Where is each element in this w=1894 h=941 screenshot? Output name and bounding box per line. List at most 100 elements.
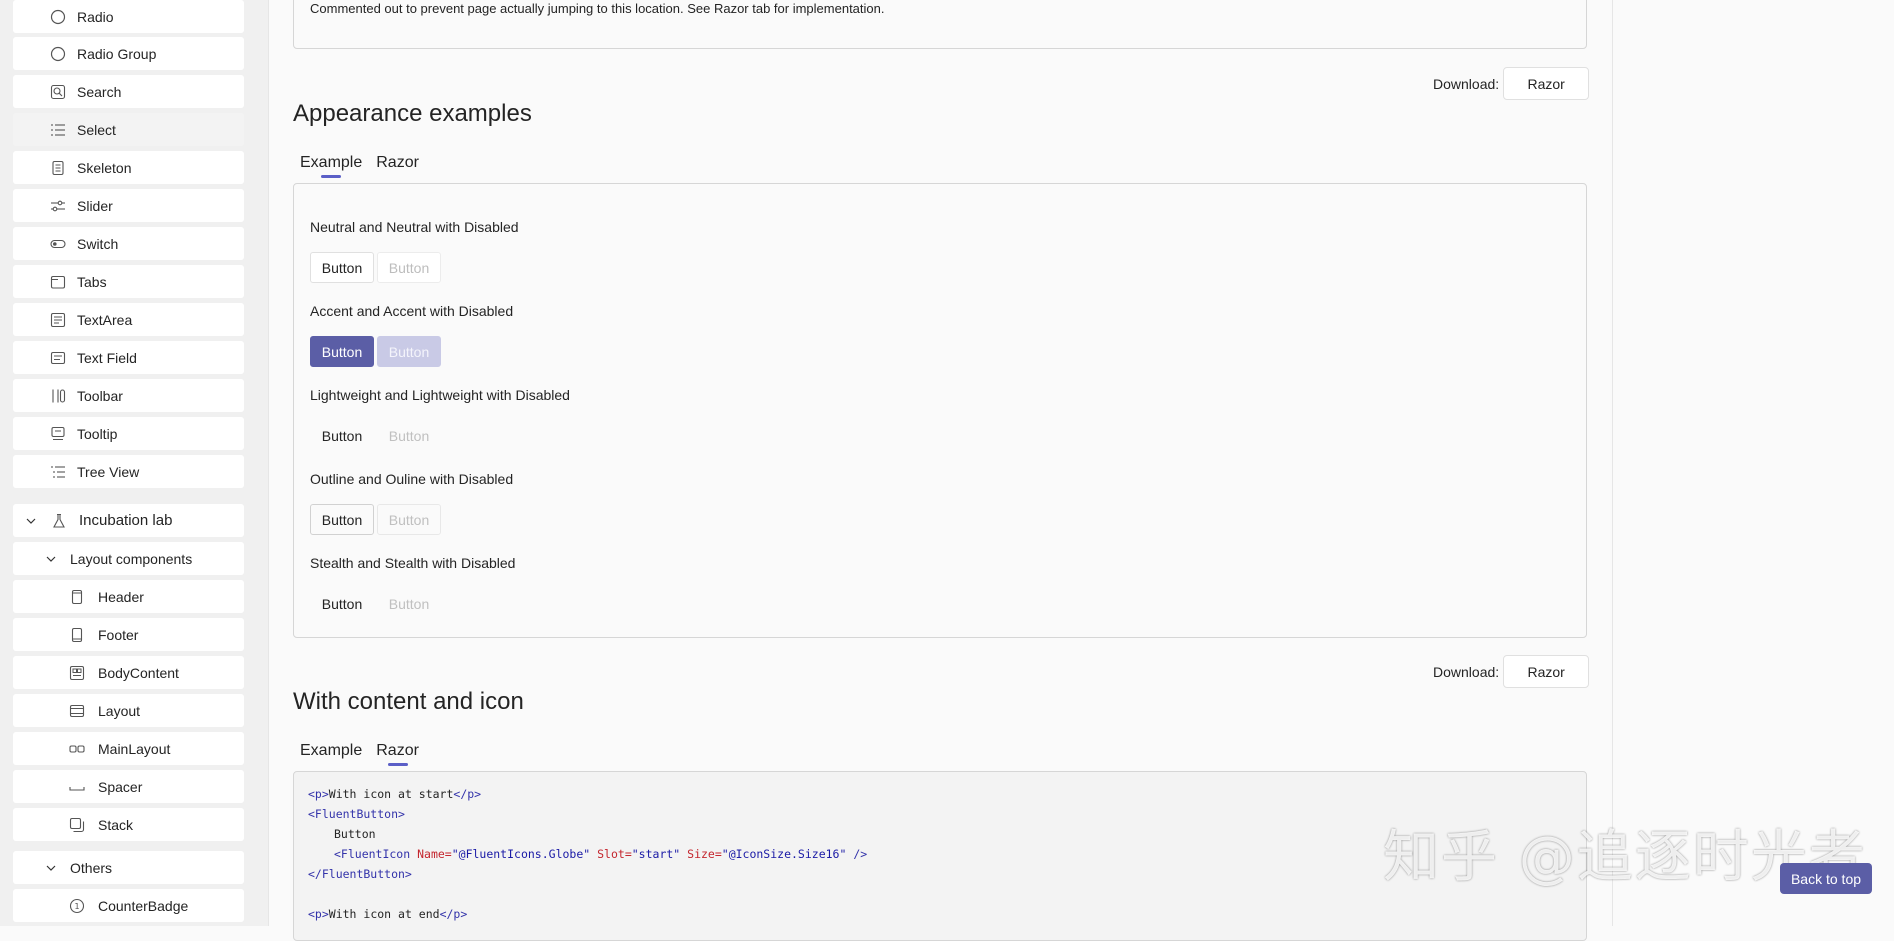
slider-icon — [49, 197, 67, 215]
code-line: <FluentIcon Name="@FluentIcons.Globe" Sl… — [334, 847, 868, 861]
sidebar-item-mainlayout[interactable]: MainLayout — [13, 732, 244, 765]
sidebar-item-label: Tree View — [77, 463, 140, 480]
tabs-appearance: Example Razor — [300, 154, 419, 178]
sidebar-item-radio[interactable]: Radio — [13, 0, 244, 33]
code-line: <FluentButton> — [308, 807, 405, 821]
chevron-down-icon — [45, 553, 57, 565]
sidebar-group-others[interactable]: Others — [13, 851, 244, 884]
tab-razor[interactable]: Razor — [376, 742, 419, 766]
toolbar-icon — [49, 387, 67, 405]
sidebar-item-radio-group[interactable]: Radio Group — [13, 37, 244, 70]
radio-icon — [49, 8, 67, 26]
sidebar-item-label: Search — [77, 83, 122, 100]
sidebar-item-tooltip[interactable]: Tooltip — [13, 417, 244, 450]
sidebar-item-toolbar[interactable]: Toolbar — [13, 379, 244, 412]
skeleton-icon — [49, 159, 67, 177]
sidebar-item-spacer[interactable]: Spacer — [13, 770, 244, 803]
sidebar-item-layout[interactable]: Layout — [13, 694, 244, 727]
tabs-icon — [49, 273, 67, 291]
sidebar-group-label: Layout components — [70, 550, 193, 567]
lightweight-button[interactable]: Button — [310, 420, 374, 451]
layout-icon — [68, 702, 86, 720]
chevron-down-icon — [25, 515, 37, 527]
stack-icon — [68, 816, 86, 834]
sidebar-item-skeleton[interactable]: Skeleton — [13, 151, 244, 184]
back-to-top-button[interactable]: Back to top — [1780, 863, 1872, 894]
code-line: <p>With icon at start</p> — [308, 787, 482, 801]
footer-icon — [68, 626, 86, 644]
code-line: <p>With icon at end</p> — [308, 907, 468, 921]
content-divider — [1612, 0, 1613, 926]
sidebar-item-label: CounterBadge — [98, 897, 189, 914]
sidebar-item-label: Radio Group — [77, 45, 157, 62]
sidebar-item-label: Radio — [77, 8, 114, 25]
tab-example[interactable]: Example — [300, 154, 362, 178]
code-line: </FluentButton> — [308, 867, 412, 881]
sidebar-item-label: Footer — [98, 626, 139, 643]
download-razor-button[interactable]: Razor — [1503, 67, 1590, 100]
neutral-button[interactable]: Button — [310, 252, 374, 283]
download-label: Download: — [1433, 75, 1500, 92]
sidebar-item-label: Stack — [98, 816, 134, 833]
sidebar-item-label: Text Field — [77, 349, 137, 366]
sidebar-item-label: Skeleton — [77, 159, 132, 176]
sidebar-item-stack[interactable]: Stack — [13, 808, 244, 841]
sidebar-item-slider[interactable]: Slider — [13, 189, 244, 222]
sidebar-item-search[interactable]: Search — [13, 75, 244, 108]
sidebar-item-textarea[interactable]: TextArea — [13, 303, 244, 336]
download-razor-button[interactable]: Razor — [1503, 655, 1590, 688]
lightweight-disabled-button: Button — [388, 427, 430, 444]
download-row: Download: Razor — [1433, 67, 1590, 100]
sidebar-item-label: Slider — [77, 197, 113, 214]
main-layout-icon — [68, 740, 86, 758]
stealth-button[interactable]: Button — [310, 588, 374, 619]
row-label-accent: Accent and Accent with Disabled — [310, 303, 514, 319]
tabs-content-icon: Example Razor — [300, 742, 419, 766]
download-label: Download: — [1433, 663, 1500, 680]
previous-example-card: Commented out to prevent page actually j… — [293, 0, 1587, 49]
sidebar-item-label: Switch — [77, 235, 119, 252]
radio-group-icon — [49, 45, 67, 63]
stealth-disabled-button: Button — [388, 595, 430, 612]
code-line: Button — [334, 827, 376, 841]
sidebar-item-label: TextArea — [77, 311, 133, 328]
tree-icon — [49, 463, 67, 481]
sidebar-item-header[interactable]: Header — [13, 580, 244, 613]
sidebar-item-text-field[interactable]: Text Field — [13, 341, 244, 374]
note-text: Commented out to prevent page actually j… — [310, 1, 885, 16]
outline-button[interactable]: Button — [310, 504, 374, 535]
sidebar-group-layout-components[interactable]: Layout components — [13, 542, 244, 575]
sidebar-item-tree-view[interactable]: Tree View — [13, 455, 244, 488]
row-label-lightweight: Lightweight and Lightweight with Disable… — [310, 387, 570, 403]
svg-text:1: 1 — [74, 902, 79, 911]
sidebar-item-label: Select — [77, 121, 116, 138]
list-icon — [49, 121, 67, 139]
tab-example[interactable]: Example — [300, 742, 362, 766]
sidebar-item-counterbadge[interactable]: 1 CounterBadge — [13, 889, 244, 922]
row-label-outline: Outline and Ouline with Disabled — [310, 471, 514, 487]
section-title-content-icon: With content and icon — [293, 688, 524, 715]
sidebar-item-tabs[interactable]: Tabs — [13, 265, 244, 298]
neutral-disabled-button: Button — [377, 252, 441, 283]
flask-icon — [51, 513, 67, 529]
sidebar-item-label: Spacer — [98, 778, 143, 795]
tab-razor[interactable]: Razor — [376, 154, 419, 178]
sidebar-item-label: Header — [98, 588, 144, 605]
sidebar-item-label: Layout — [98, 702, 141, 719]
sidebar-group-incubation-lab[interactable]: Incubation lab — [13, 504, 244, 537]
sidebar-nav: Radio Radio Group Search Select Skeleton… — [0, 0, 269, 926]
sidebar-item-switch[interactable]: Switch — [13, 227, 244, 260]
toggle-icon — [49, 235, 67, 253]
accent-button[interactable]: Button — [310, 336, 374, 367]
sidebar-item-bodycontent[interactable]: BodyContent — [13, 656, 244, 689]
tooltip-icon — [49, 425, 67, 443]
sidebar-item-label: MainLayout — [98, 740, 171, 757]
counter-badge-icon: 1 — [68, 897, 86, 915]
sidebar-item-label: Tooltip — [77, 425, 118, 442]
outline-disabled-button: Button — [377, 504, 441, 535]
chevron-down-icon — [45, 862, 57, 874]
sidebar-item-footer[interactable]: Footer — [13, 618, 244, 651]
sidebar-item-label: Tabs — [77, 273, 107, 290]
download-row: Download: Razor — [1433, 655, 1590, 688]
sidebar-item-select[interactable]: Select — [13, 113, 244, 146]
